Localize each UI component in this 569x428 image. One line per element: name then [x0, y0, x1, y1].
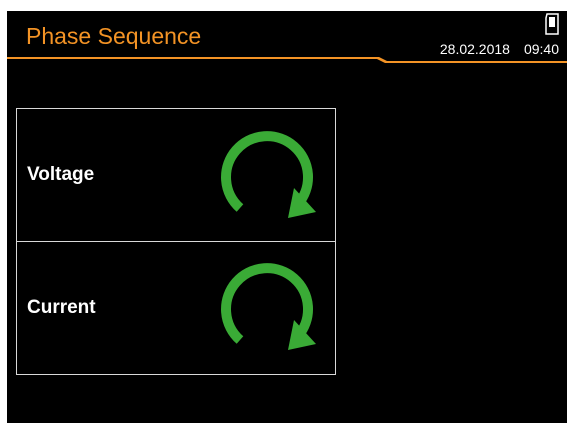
clockwise-rotation-icon — [221, 263, 316, 350]
phase-sequence-panel: Voltage Current — [16, 108, 336, 375]
current-row: Current — [17, 241, 335, 374]
device-screen: Phase Sequence 28.02.2018 09:40 Voltage C… — [7, 11, 567, 423]
sd-card-icon — [545, 13, 559, 35]
clockwise-rotation-icon — [221, 131, 316, 218]
voltage-row: Voltage — [17, 109, 335, 241]
current-label: Current — [27, 297, 96, 318]
header-bar: Phase Sequence 28.02.2018 09:40 — [7, 11, 567, 67]
page-title: Phase Sequence — [26, 23, 202, 49]
header-divider — [7, 57, 567, 63]
voltage-label: Voltage — [27, 164, 95, 185]
